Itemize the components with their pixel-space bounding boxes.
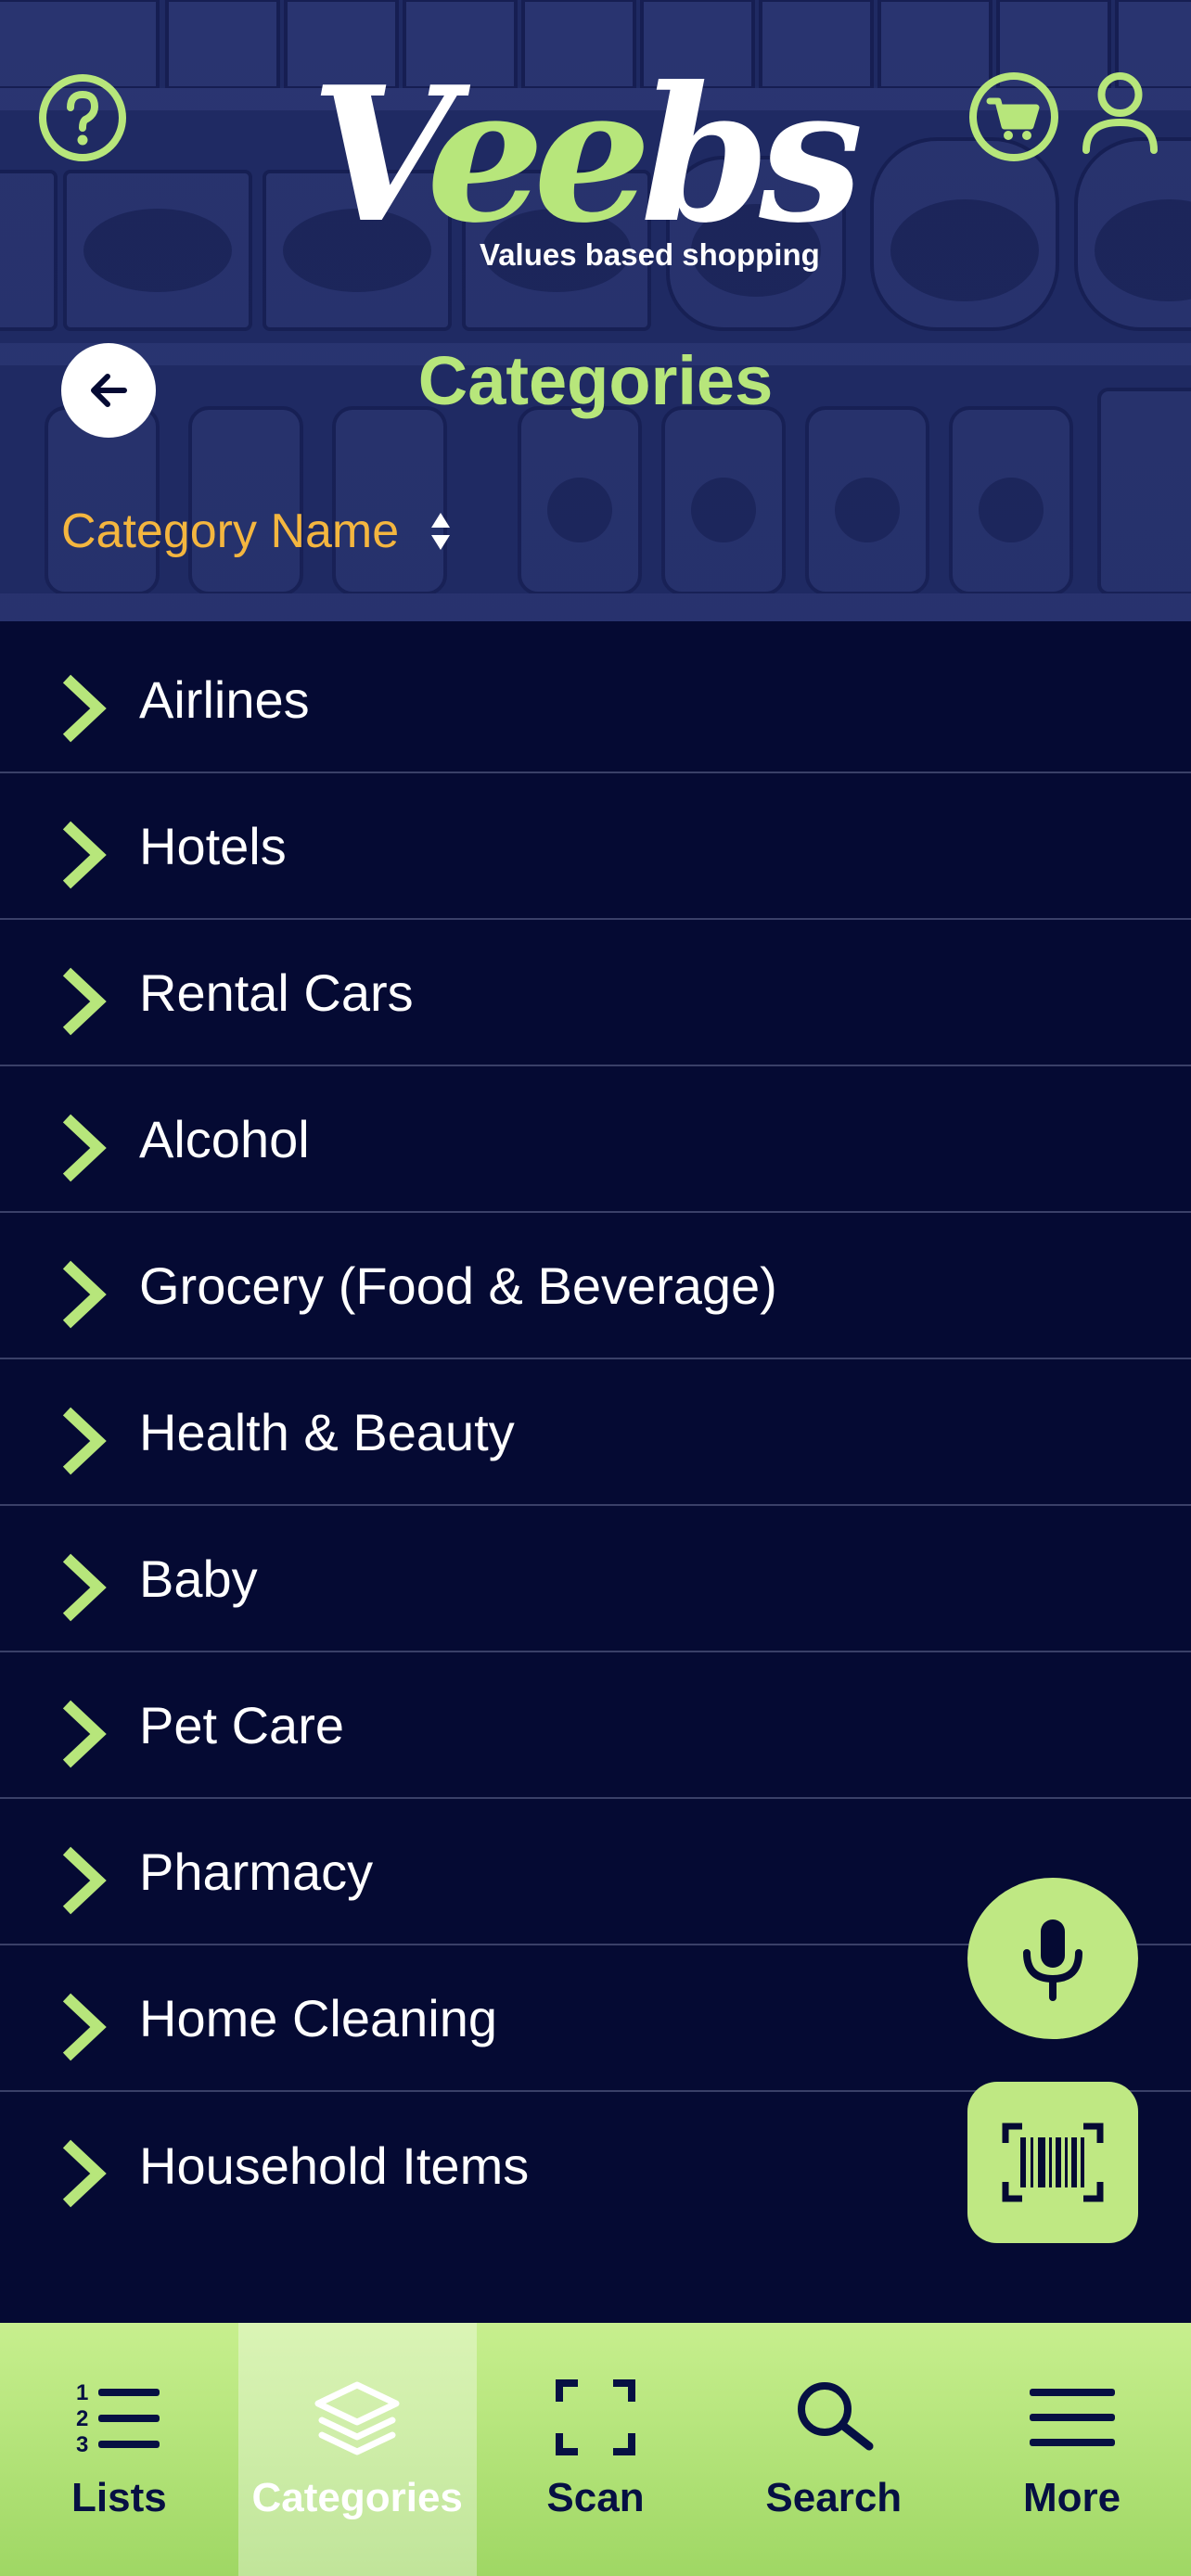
chevron-right-icon xyxy=(62,821,107,889)
category-row-grocery[interactable]: Grocery (Food & Beverage) xyxy=(0,1213,1191,1359)
chevron-right-icon xyxy=(62,1407,107,1475)
chevron-right-icon xyxy=(62,1846,107,1915)
logo-tagline: Values based shopping xyxy=(480,237,820,272)
nav-scan[interactable]: Scan xyxy=(477,2323,715,2576)
logo-wordmark: Veebs xyxy=(311,46,864,264)
nav-label: Categories xyxy=(251,2475,463,2520)
nav-lists[interactable]: 1 2 3 Lists xyxy=(0,2323,238,2576)
category-label: Hotels xyxy=(139,816,287,875)
category-label: Grocery (Food & Beverage) xyxy=(139,1256,777,1315)
svg-text:3: 3 xyxy=(76,2432,88,2455)
chevron-right-icon xyxy=(62,1260,107,1329)
cart-icon xyxy=(969,72,1058,161)
voice-search-button[interactable] xyxy=(967,1878,1138,2039)
chevron-right-icon xyxy=(62,1114,107,1182)
category-row-health-beauty[interactable]: Health & Beauty xyxy=(0,1359,1191,1506)
user-icon xyxy=(1082,72,1158,154)
nav-label: Lists xyxy=(71,2475,167,2520)
help-button[interactable] xyxy=(37,72,128,163)
category-row-hotels[interactable]: Hotels xyxy=(0,773,1191,920)
nav-more[interactable]: More xyxy=(953,2323,1191,2576)
nav-categories[interactable]: Categories xyxy=(237,2323,477,2576)
chevron-right-icon xyxy=(62,2139,107,2208)
page-title: Categories xyxy=(417,342,774,419)
search-icon xyxy=(774,2373,894,2462)
scan-frame-icon xyxy=(535,2373,656,2462)
bottom-navigation: 1 2 3 Lists Categories Scan Search More xyxy=(0,2323,1191,2576)
nav-label: Search xyxy=(765,2475,903,2520)
nav-label: Scan xyxy=(546,2475,645,2520)
category-row-rental-cars[interactable]: Rental Cars xyxy=(0,920,1191,1066)
menu-icon xyxy=(1012,2373,1133,2462)
nav-search[interactable]: Search xyxy=(714,2323,953,2576)
barcode-scan-button[interactable] xyxy=(967,2082,1138,2243)
category-row-baby[interactable]: Baby xyxy=(0,1506,1191,1652)
chevron-right-icon xyxy=(62,1700,107,1768)
category-row-alcohol[interactable]: Alcohol xyxy=(0,1066,1191,1213)
microphone-icon xyxy=(1023,1919,1082,2001)
numbered-list-icon: 1 2 3 xyxy=(58,2373,179,2462)
layers-icon xyxy=(297,2373,417,2462)
question-circle-icon xyxy=(39,74,126,161)
category-label: Home Cleaning xyxy=(139,1988,497,2047)
nav-label: More xyxy=(1023,2475,1121,2520)
sort-arrows-icon xyxy=(430,511,451,552)
svg-text:1: 1 xyxy=(76,2380,88,2405)
svg-text:2: 2 xyxy=(76,2406,88,2431)
chevron-right-icon xyxy=(62,967,107,1036)
header: Veebs Values based shopping Categories C… xyxy=(0,0,1191,621)
account-button[interactable] xyxy=(1081,70,1159,156)
category-label: Rental Cars xyxy=(139,963,414,1022)
chevron-right-icon xyxy=(62,1553,107,1622)
chevron-right-icon xyxy=(62,1993,107,2061)
category-label: Health & Beauty xyxy=(139,1402,515,1461)
veebs-logo: Veebs Values based shopping xyxy=(311,54,867,286)
barcode-icon xyxy=(1002,2123,1104,2202)
category-label: Household Items xyxy=(139,2136,530,2195)
category-row-pet-care[interactable]: Pet Care xyxy=(0,1652,1191,1799)
cart-button[interactable] xyxy=(967,70,1060,163)
category-label: Pet Care xyxy=(139,1695,344,1754)
chevron-right-icon xyxy=(62,674,107,743)
sort-by-category-name[interactable]: Category Name xyxy=(61,499,451,564)
sort-label: Category Name xyxy=(61,504,400,558)
category-label: Baby xyxy=(139,1549,258,1608)
category-label: Airlines xyxy=(139,670,310,729)
category-row-airlines[interactable]: Airlines xyxy=(0,627,1191,773)
category-label: Pharmacy xyxy=(139,1842,374,1901)
category-label: Alcohol xyxy=(139,1109,310,1168)
